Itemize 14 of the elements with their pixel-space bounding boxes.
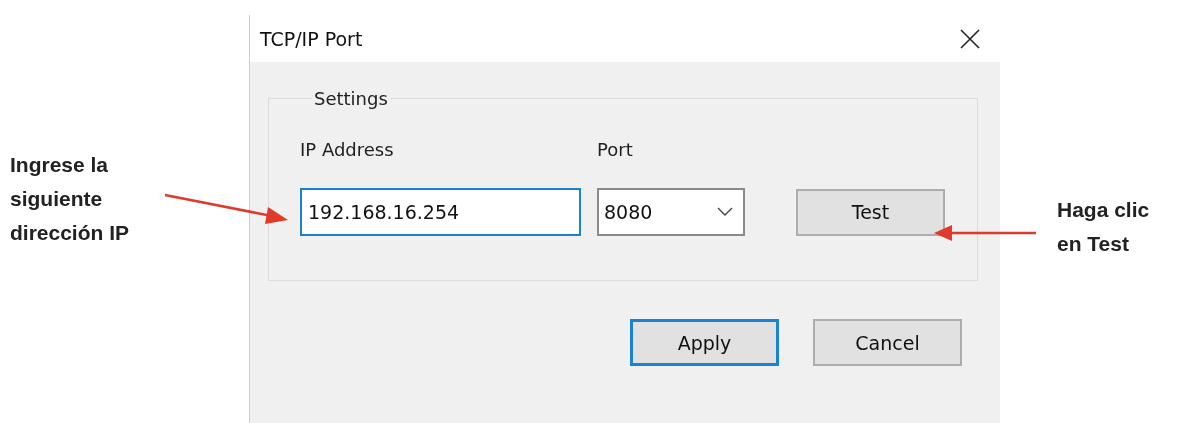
window-title: TCP/IP Port (260, 27, 363, 50)
dialog-button[interactable]: Apply (630, 319, 779, 366)
test-button[interactable]: Test (796, 188, 945, 236)
ip-address-field[interactable]: 192.168.16.254 (300, 188, 581, 236)
field-label: IP Address (300, 139, 395, 160)
annotation-text: Ingrese la siguiente dirección IP (10, 152, 130, 246)
close-icon (960, 28, 980, 49)
port-dropdown[interactable]: 8080 (597, 188, 745, 236)
dialog-button[interactable]: Cancel (813, 319, 962, 366)
annotation-text: Haga clic en Test (1057, 197, 1150, 257)
close-button[interactable] (958, 26, 982, 51)
field-label: Port (597, 139, 634, 160)
group-title: Settings (313, 88, 389, 109)
chevron-down-icon (717, 207, 733, 217)
